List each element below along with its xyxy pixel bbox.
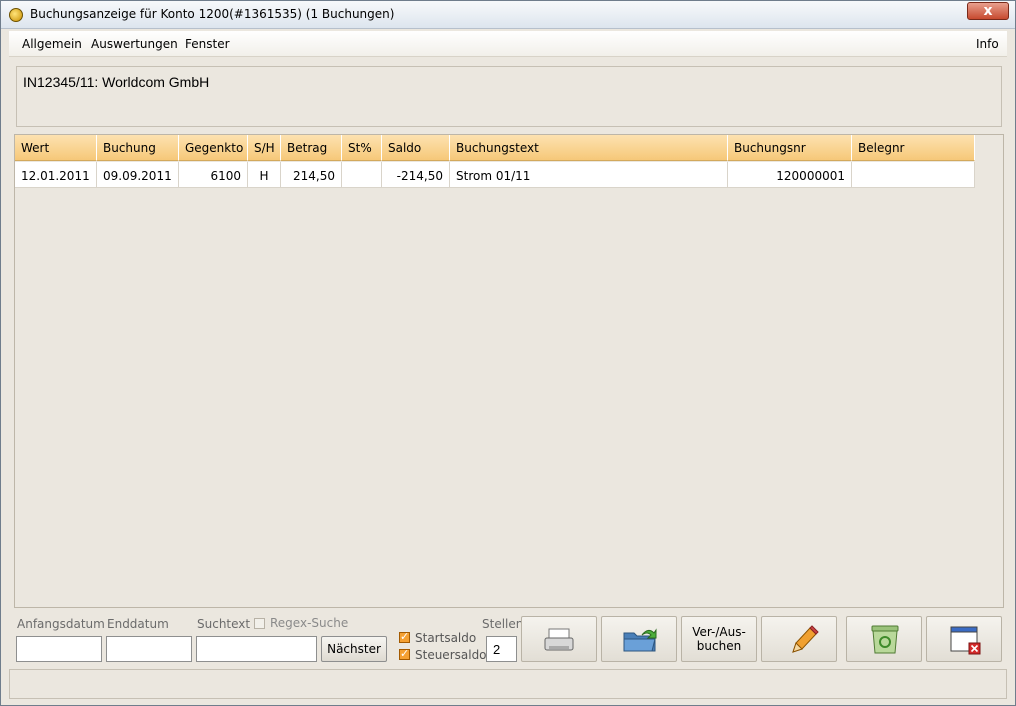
bookings-table[interactable]: Wert Buchung Gegenkto S/H Betrag St% Sal… <box>14 134 1004 608</box>
anfangsdatum-field[interactable] <box>16 636 102 662</box>
delete-button[interactable] <box>846 616 922 662</box>
cell-buchungsnr: 120000001 <box>728 162 852 188</box>
cell-sh: H <box>248 162 281 188</box>
cell-saldo: -214,50 <box>382 162 450 188</box>
col-header-buchungstext[interactable]: Buchungstext <box>450 135 728 161</box>
col-header-st[interactable]: St% <box>342 135 382 161</box>
edit-button[interactable] <box>761 616 837 662</box>
window-title: Buchungsanzeige für Konto 1200(#1361535)… <box>30 7 395 21</box>
cell-buchungstext: Strom 01/11 <box>450 162 728 188</box>
suchtext-field[interactable] <box>196 636 317 662</box>
menu-allgemein[interactable]: Allgemein <box>22 37 82 51</box>
main-window: Buchungsanzeige für Konto 1200(#1361535)… <box>0 0 1016 706</box>
suchtext-label: Suchtext <box>197 617 251 631</box>
stellen-label: Stellen <box>482 617 524 631</box>
title-bar: Buchungsanzeige für Konto 1200(#1361535)… <box>1 1 1015 29</box>
enddatum-field[interactable] <box>106 636 192 662</box>
naechster-button[interactable]: Nächster <box>321 636 387 662</box>
print-button[interactable] <box>521 616 597 662</box>
regex-label: Regex-Suche <box>270 616 349 630</box>
account-info-panel: IN12345/11: Worldcom GmbH <box>16 66 1002 127</box>
pencil-icon <box>792 625 819 653</box>
col-header-gegenkto[interactable]: Gegenkto <box>179 135 248 161</box>
col-header-wert[interactable]: Wert <box>15 135 97 161</box>
col-header-buchungsnr[interactable]: Buchungsnr <box>728 135 852 161</box>
close-button[interactable]: x <box>967 2 1009 20</box>
steuersaldo-checkbox[interactable] <box>399 647 410 660</box>
startsaldo-label: Startsaldo <box>415 631 477 645</box>
close-icon: x <box>983 3 993 19</box>
menu-bar: Allgemein Auswertungen Fenster Info <box>9 31 1007 57</box>
cell-wert: 12.01.2011 <box>15 162 97 188</box>
col-header-buchung[interactable]: Buchung <box>97 135 179 161</box>
close-window-icon <box>950 626 981 655</box>
cell-gegenkto: 6100 <box>179 162 248 188</box>
recycle-bin-icon <box>871 625 899 654</box>
cell-buchung: 09.09.2011 <box>97 162 179 188</box>
cell-belegnr <box>852 162 975 188</box>
menu-fenster[interactable]: Fenster <box>185 37 230 51</box>
col-header-betrag[interactable]: Betrag <box>281 135 342 161</box>
verbuchen-line1: Ver-/Aus- <box>692 625 746 639</box>
status-bar <box>9 669 1007 699</box>
menu-auswertungen[interactable]: Auswertungen <box>91 37 178 51</box>
table-row[interactable]: 12.01.2011 09.09.2011 6100 H 214,50 -214… <box>15 162 975 188</box>
menu-info[interactable]: Info <box>976 37 999 51</box>
cell-betrag: 214,50 <box>281 162 342 188</box>
cell-st <box>342 162 382 188</box>
table-header: Wert Buchung Gegenkto S/H Betrag St% Sal… <box>15 135 975 161</box>
col-header-saldo[interactable]: Saldo <box>382 135 450 161</box>
anfangsdatum-label: Anfangsdatum <box>17 617 105 631</box>
verbuchen-button[interactable]: Ver-/Aus- buchen <box>681 616 757 662</box>
col-header-sh[interactable]: S/H <box>248 135 281 161</box>
verbuchen-line2: buchen <box>696 639 742 653</box>
account-label: IN12345/11: Worldcom GmbH <box>23 74 210 90</box>
app-icon <box>9 8 23 22</box>
steuersaldo-label: Steuersaldo <box>415 648 487 662</box>
export-button[interactable] <box>601 616 677 662</box>
regex-checkbox[interactable] <box>254 618 265 629</box>
export-folder-icon <box>623 628 657 652</box>
print-icon <box>544 628 574 651</box>
close-window-button[interactable] <box>926 616 1002 662</box>
stellen-field[interactable] <box>486 636 517 662</box>
startsaldo-checkbox[interactable] <box>399 630 410 643</box>
enddatum-label: Enddatum <box>107 617 169 631</box>
col-header-belegnr[interactable]: Belegnr <box>852 135 975 161</box>
